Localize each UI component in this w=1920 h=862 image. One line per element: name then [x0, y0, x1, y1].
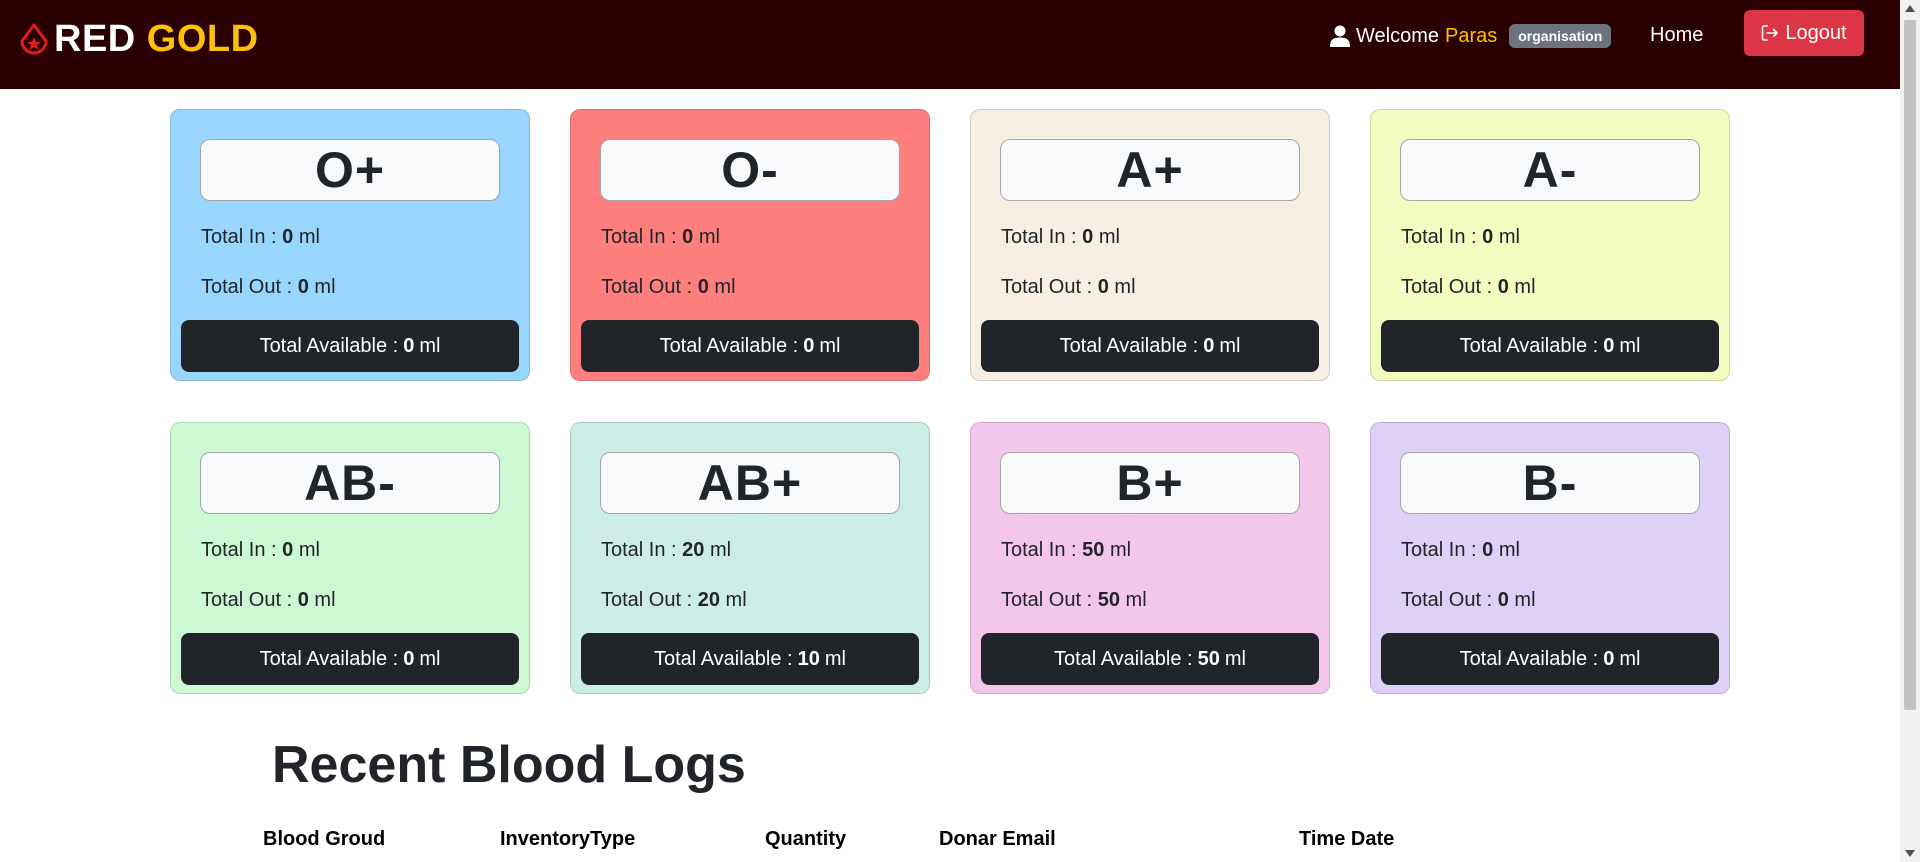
total-out-stat: Total Out : 50 ml — [1001, 589, 1147, 611]
total-available-bar: Total Available :10 ml — [581, 633, 919, 685]
blood-group-title: AB- — [200, 452, 500, 514]
total-available-value: 0 — [403, 334, 415, 357]
total-available-value: 10 — [797, 647, 820, 670]
blood-card-ab-negative: AB- Total In : 0 ml Total Out : 0 ml Tot… — [170, 422, 530, 694]
total-available-bar: Total Available :0 ml — [1381, 320, 1719, 372]
column-header-blood-group: Blood Groud — [263, 828, 386, 850]
total-in-stat: Total In : 20 ml — [601, 539, 732, 561]
column-header-time-date: Time Date — [1299, 828, 1395, 850]
scroll-down-arrow-icon[interactable] — [1905, 850, 1915, 857]
total-out-value: 20 — [697, 589, 720, 611]
home-link[interactable]: Home — [1650, 24, 1703, 47]
total-available-bar: Total Available :50 ml — [981, 633, 1319, 685]
total-in-stat: Total In : 0 ml — [1401, 226, 1520, 248]
user-info: Welcome Paras organisation — [1330, 24, 1612, 48]
blood-card-ab-positive: AB+ Total In : 20 ml Total Out : 20 ml T… — [570, 422, 930, 694]
total-available-bar: Total Available :0 ml — [181, 633, 519, 685]
total-available-bar: Total Available :0 ml — [981, 320, 1319, 372]
total-in-value: 0 — [1482, 226, 1494, 248]
total-available-value: 0 — [403, 647, 415, 670]
total-in-value: 0 — [682, 226, 694, 248]
brand-name-gold: GOLD — [146, 18, 259, 60]
total-available-value: 0 — [803, 334, 815, 357]
blood-card-a-negative: A- Total In : 0 ml Total Out : 0 ml Tota… — [1370, 109, 1730, 381]
total-in-value: 0 — [1482, 539, 1494, 561]
total-out-value: 0 — [1497, 589, 1509, 611]
total-out-value: 0 — [1497, 276, 1509, 298]
blood-group-title: O- — [600, 139, 900, 201]
blood-drop-icon — [20, 23, 48, 54]
blood-group-title: O+ — [200, 139, 500, 201]
top-navbar: RED GOLD Welcome Paras organisation Home… — [0, 0, 1900, 89]
column-header-quantity: Quantity — [765, 828, 847, 850]
total-in-stat: Total In : 0 ml — [201, 226, 320, 248]
blood-card-b-negative: B- Total In : 0 ml Total Out : 0 ml Tota… — [1370, 422, 1730, 694]
blood-group-title: B- — [1400, 452, 1700, 514]
total-in-stat: Total In : 0 ml — [1401, 539, 1520, 561]
total-out-value: 0 — [297, 589, 309, 611]
logout-label: Logout — [1785, 21, 1847, 44]
total-out-stat: Total Out : 0 ml — [201, 276, 336, 298]
blood-group-title: AB+ — [600, 452, 900, 514]
total-out-value: 0 — [297, 276, 309, 298]
logout-button[interactable]: Logout — [1744, 10, 1864, 56]
total-out-stat: Total Out : 0 ml — [1001, 276, 1136, 298]
total-available-bar: Total Available :0 ml — [581, 320, 919, 372]
total-in-stat: Total In : 50 ml — [1001, 539, 1132, 561]
total-in-value: 0 — [282, 539, 294, 561]
total-available-value: 0 — [1603, 647, 1615, 670]
blood-group-title: A- — [1400, 139, 1700, 201]
total-available-value: 50 — [1197, 647, 1220, 670]
total-out-stat: Total Out : 0 ml — [201, 589, 336, 611]
total-in-value: 0 — [1082, 226, 1094, 248]
scroll-up-arrow-icon[interactable] — [1905, 5, 1915, 12]
username: Paras — [1445, 24, 1498, 47]
recent-logs-title: Recent Blood Logs — [272, 736, 746, 794]
blood-card-o-negative: O- Total In : 0 ml Total Out : 0 ml Tota… — [570, 109, 930, 381]
welcome-text: Welcome — [1356, 24, 1439, 47]
blood-group-title: B+ — [1000, 452, 1300, 514]
total-available-bar: Total Available :0 ml — [1381, 633, 1719, 685]
brand-name-red: RED — [54, 18, 136, 60]
role-badge: organisation — [1509, 24, 1612, 48]
total-available-value: 0 — [1203, 334, 1215, 357]
total-in-value: 50 — [1082, 539, 1105, 561]
total-out-value: 0 — [697, 276, 709, 298]
total-in-value: 0 — [282, 226, 294, 248]
blood-card-o-positive: O+ Total In : 0 ml Total Out : 0 ml Tota… — [170, 109, 530, 381]
total-out-value: 0 — [1097, 276, 1109, 298]
total-in-stat: Total In : 0 ml — [201, 539, 320, 561]
column-header-donar-email: Donar Email — [939, 828, 1056, 850]
total-available-value: 0 — [1603, 334, 1615, 357]
total-out-stat: Total Out : 0 ml — [601, 276, 736, 298]
total-in-stat: Total In : 0 ml — [1001, 226, 1120, 248]
blood-card-a-positive: A+ Total In : 0 ml Total Out : 0 ml Tota… — [970, 109, 1330, 381]
total-in-stat: Total In : 0 ml — [601, 226, 720, 248]
total-available-bar: Total Available :0 ml — [181, 320, 519, 372]
total-out-stat: Total Out : 0 ml — [1401, 589, 1536, 611]
blood-card-b-positive: B+ Total In : 50 ml Total Out : 50 ml To… — [970, 422, 1330, 694]
total-out-value: 50 — [1097, 589, 1120, 611]
user-icon — [1330, 25, 1350, 47]
scroll-thumb[interactable] — [1904, 20, 1916, 710]
logout-icon — [1762, 25, 1779, 41]
total-in-value: 20 — [682, 539, 705, 561]
blood-group-title: A+ — [1000, 139, 1300, 201]
page-scrollbar[interactable] — [1900, 0, 1920, 862]
total-out-stat: Total Out : 0 ml — [1401, 276, 1536, 298]
total-out-stat: Total Out : 20 ml — [601, 589, 747, 611]
brand-logo[interactable]: RED GOLD — [20, 18, 259, 61]
column-header-inventory-type: InventoryType — [500, 828, 636, 850]
